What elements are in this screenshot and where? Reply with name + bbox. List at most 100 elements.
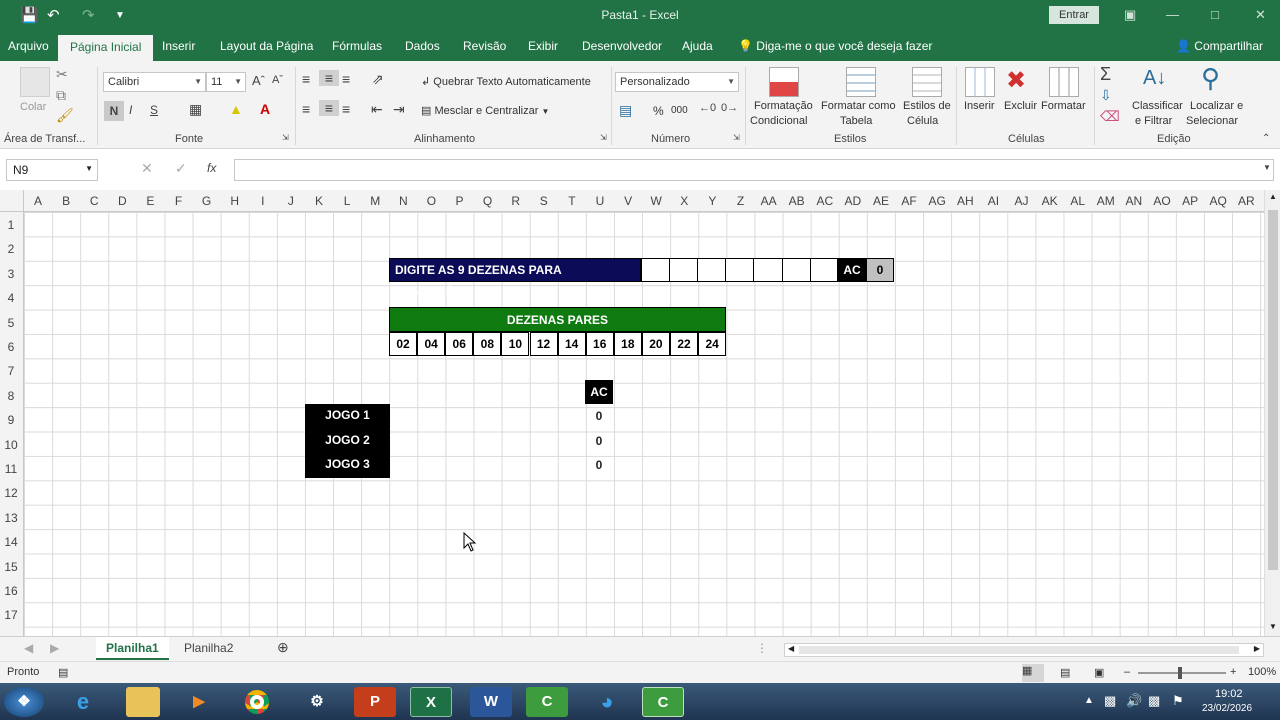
tray-arrow-icon[interactable]: ▲ (1084, 695, 1094, 706)
column-header[interactable]: W (642, 194, 670, 208)
jogo-2-label[interactable]: JOGO 2 (305, 433, 390, 447)
column-header[interactable]: Q (474, 194, 502, 208)
column-header[interactable]: Z (727, 194, 755, 208)
row-header[interactable]: 11 (0, 462, 22, 476)
close-icon[interactable]: ✕ (1255, 7, 1266, 23)
grow-font-icon[interactable]: Aˆ (252, 73, 265, 88)
collapse-ribbon-icon[interactable]: ⌃ (1262, 133, 1270, 144)
word-icon[interactable]: W (470, 687, 512, 717)
fill-color-icon[interactable]: ▲ (229, 101, 243, 117)
zoom-in-icon[interactable]: + (1230, 666, 1236, 678)
column-header[interactable]: AG (923, 194, 951, 208)
dezena-par-cell[interactable]: 02 (389, 332, 418, 356)
dialog-launcher-icon[interactable]: ⇲ (600, 133, 607, 142)
scrollbar-thumb[interactable] (1268, 210, 1278, 570)
column-header[interactable]: AN (1120, 194, 1148, 208)
column-header[interactable]: O (417, 194, 445, 208)
zoom-slider[interactable] (1138, 672, 1226, 674)
number-format-combo[interactable]: Personalizado ▼ (615, 72, 739, 92)
column-header[interactable]: Y (698, 194, 726, 208)
ribbon-options-icon[interactable]: ▣ (1124, 7, 1136, 23)
align-top-icon[interactable]: ≡ (302, 71, 310, 87)
column-header[interactable]: AI (979, 194, 1007, 208)
jogo-1-label[interactable]: JOGO 1 (305, 408, 390, 422)
clock-time[interactable]: 19:02 (1215, 688, 1243, 700)
select-all-corner[interactable] (0, 190, 24, 212)
format-painter-icon[interactable]: 🖌 (56, 107, 74, 124)
row-header[interactable]: 1 (0, 218, 22, 232)
dezena-par-cell[interactable]: 16 (585, 332, 614, 356)
decrease-decimal-icon[interactable]: 0→ (721, 102, 738, 114)
expand-formula-icon[interactable]: ▼ (1263, 163, 1271, 172)
find-select-label-1[interactable]: Localizar e (1190, 100, 1243, 112)
formula-input[interactable] (234, 159, 1274, 181)
prev-sheet-icon[interactable]: ◀ (24, 641, 33, 655)
scroll-down-icon[interactable]: ▼ (1269, 622, 1277, 631)
tab-ajuda[interactable]: Ajuda (682, 39, 713, 53)
column-header[interactable]: M (361, 194, 389, 208)
column-header[interactable]: AL (1064, 194, 1092, 208)
increase-decimal-icon[interactable]: ←0 (699, 102, 716, 114)
dialog-launcher-icon[interactable]: ⇲ (733, 133, 740, 142)
clock-date[interactable]: 23/02/2026 (1202, 703, 1252, 714)
conference-banner[interactable]: DIGITE AS 9 DEZENAS PARA CONFERÊNCIA (389, 258, 641, 299)
column-header[interactable]: AB (783, 194, 811, 208)
dezenas-pares-title[interactable]: DEZENAS PARES (389, 307, 726, 332)
macro-record-icon[interactable]: ▤ (58, 666, 68, 679)
dezena-par-cell[interactable]: 06 (445, 332, 474, 356)
conditional-formatting-icon[interactable] (769, 67, 799, 97)
row-header[interactable]: 13 (0, 511, 22, 525)
column-header[interactable]: F (165, 194, 193, 208)
row-header[interactable]: 15 (0, 560, 22, 574)
normal-view-icon[interactable]: ▦ (1022, 664, 1044, 682)
copy-icon[interactable]: ⧉ (56, 87, 66, 104)
dezena-par-cell[interactable]: 10 (501, 332, 530, 356)
orientation-icon[interactable]: ⇗ (372, 71, 384, 88)
column-header[interactable]: D (108, 194, 136, 208)
tab-desenvolvedor[interactable]: Desenvolvedor (582, 39, 662, 53)
tab-formulas[interactable]: Fórmulas (332, 39, 382, 53)
find-select-label-2[interactable]: Selecionar (1186, 115, 1238, 127)
column-header[interactable]: R (502, 194, 530, 208)
row-header[interactable]: 6 (0, 340, 22, 354)
excel-icon[interactable]: X (410, 687, 452, 717)
dezena-par-cell[interactable]: 12 (529, 332, 558, 356)
dezena-par-cell[interactable]: 14 (557, 332, 586, 356)
page-break-view-icon[interactable]: ▣ (1094, 666, 1104, 679)
shrink-font-icon[interactable]: Aˇ (272, 74, 283, 86)
maximize-icon[interactable]: □ (1211, 7, 1219, 22)
column-header[interactable]: I (249, 194, 277, 208)
format-as-table-label-1[interactable]: Formatar como (821, 100, 896, 112)
sort-filter-icon[interactable]: A↓ (1143, 67, 1166, 90)
scroll-right-icon[interactable]: ▶ (1254, 644, 1260, 653)
row-header[interactable]: 10 (0, 438, 22, 452)
sheet-tab-planilha2[interactable]: Planilha2 (184, 641, 233, 655)
format-as-table-icon[interactable] (846, 67, 876, 97)
dezena-par-cell[interactable]: 22 (670, 332, 699, 356)
insert-function-button[interactable]: fx (207, 161, 216, 175)
minimize-icon[interactable]: — (1166, 7, 1179, 22)
font-size-combo[interactable]: 11 ▼ (206, 72, 246, 92)
align-bottom-icon[interactable]: ≡ (342, 71, 350, 87)
name-box[interactable]: N9 ▼ (6, 159, 98, 181)
tab-exibir[interactable]: Exibir (528, 39, 558, 53)
network-icon[interactable]: ▩ (1148, 693, 1160, 709)
scroll-left-icon[interactable]: ◀ (788, 644, 794, 653)
input-cells-row[interactable] (641, 258, 838, 282)
jogo-2-ac[interactable]: 0 (585, 434, 613, 448)
column-header[interactable]: J (277, 194, 305, 208)
hscroll-thumb[interactable] (799, 646, 1239, 654)
worksheet-grid[interactable]: A B C D E F G H I J K L M N O P Q R S T U V W X Y Z AA AB AC AD AE AF AG… (0, 190, 1264, 636)
powerpoint-icon[interactable]: P (354, 687, 396, 717)
percent-button[interactable]: % (653, 104, 664, 118)
horizontal-scrollbar[interactable]: ◀ ▶ (784, 643, 1264, 657)
column-header[interactable]: T (558, 194, 586, 208)
app-icon[interactable]: ⚙ (296, 687, 338, 717)
column-header[interactable]: K (305, 194, 333, 208)
find-select-icon[interactable]: ⚲ (1201, 63, 1220, 94)
cell-styles-label-1[interactable]: Estilos de (903, 100, 951, 112)
insert-cells-label[interactable]: Inserir (964, 100, 995, 112)
cell-styles-label-2[interactable]: Célula (907, 115, 938, 127)
ac-label-cell[interactable]: AC (838, 258, 866, 282)
align-left-icon[interactable]: ≡ (302, 101, 310, 117)
